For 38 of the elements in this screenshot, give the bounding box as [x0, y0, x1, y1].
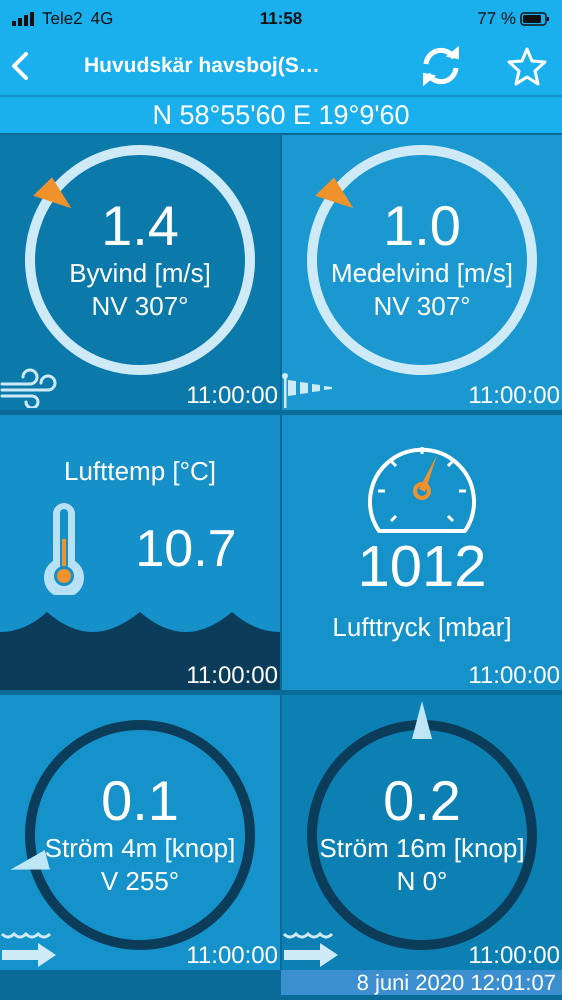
- direction-pointer: [412, 701, 432, 739]
- reading-label: Medelvind [m/s]: [330, 256, 514, 290]
- reading-label: Ström 16m [knop]: [319, 832, 525, 864]
- timestamp: 11:00:00: [186, 664, 278, 688]
- direction-text: V 255°: [100, 865, 180, 898]
- thermometer-icon: [43, 502, 86, 595]
- direction-text: NV 307°: [91, 290, 189, 324]
- battery-percent: 77 %: [477, 8, 516, 28]
- station-title: Huvudskär havsboj(S…: [83, 54, 321, 78]
- reading-value: 1012: [357, 535, 487, 599]
- coordinates: N 58°55'60 E 19°9'60: [152, 100, 410, 130]
- reading-value: 1.0: [383, 194, 461, 256]
- direction-text: N 0°: [396, 865, 448, 898]
- network-type: 4G: [90, 8, 114, 28]
- timestamp: 11:00:00: [468, 384, 560, 408]
- clock: 11:58: [260, 8, 302, 28]
- carrier-name: Tele2: [42, 8, 83, 28]
- favorite-button[interactable]: [506, 46, 548, 86]
- reading-value: 10.7: [135, 518, 237, 579]
- update-time: 8 juni 2020 12:01:07: [281, 970, 562, 995]
- reading-value: 0.2: [383, 770, 461, 832]
- reading-value: 1.4: [101, 194, 179, 256]
- reading-label: Byvind [m/s]: [69, 256, 211, 290]
- timestamp: 11:00:00: [186, 384, 278, 408]
- reading-label: Lufttryck [mbar]: [332, 610, 512, 644]
- timestamp: 11:00:00: [468, 664, 560, 688]
- direction-pointer: [33, 177, 72, 208]
- direction-text: NV 307°: [373, 290, 471, 324]
- timestamp: 11:00:00: [186, 944, 278, 968]
- reading-label: Ström 4m [knop]: [44, 832, 236, 864]
- direction-pointer: [315, 177, 354, 208]
- back-button[interactable]: [10, 51, 30, 81]
- reading-label: Lufttemp [°C]: [64, 455, 216, 488]
- battery-icon: [520, 12, 550, 26]
- signal-icon: [12, 12, 34, 26]
- reading-value: 0.1: [101, 770, 179, 832]
- refresh-button[interactable]: [420, 46, 462, 86]
- timestamp: 11:00:00: [468, 944, 560, 968]
